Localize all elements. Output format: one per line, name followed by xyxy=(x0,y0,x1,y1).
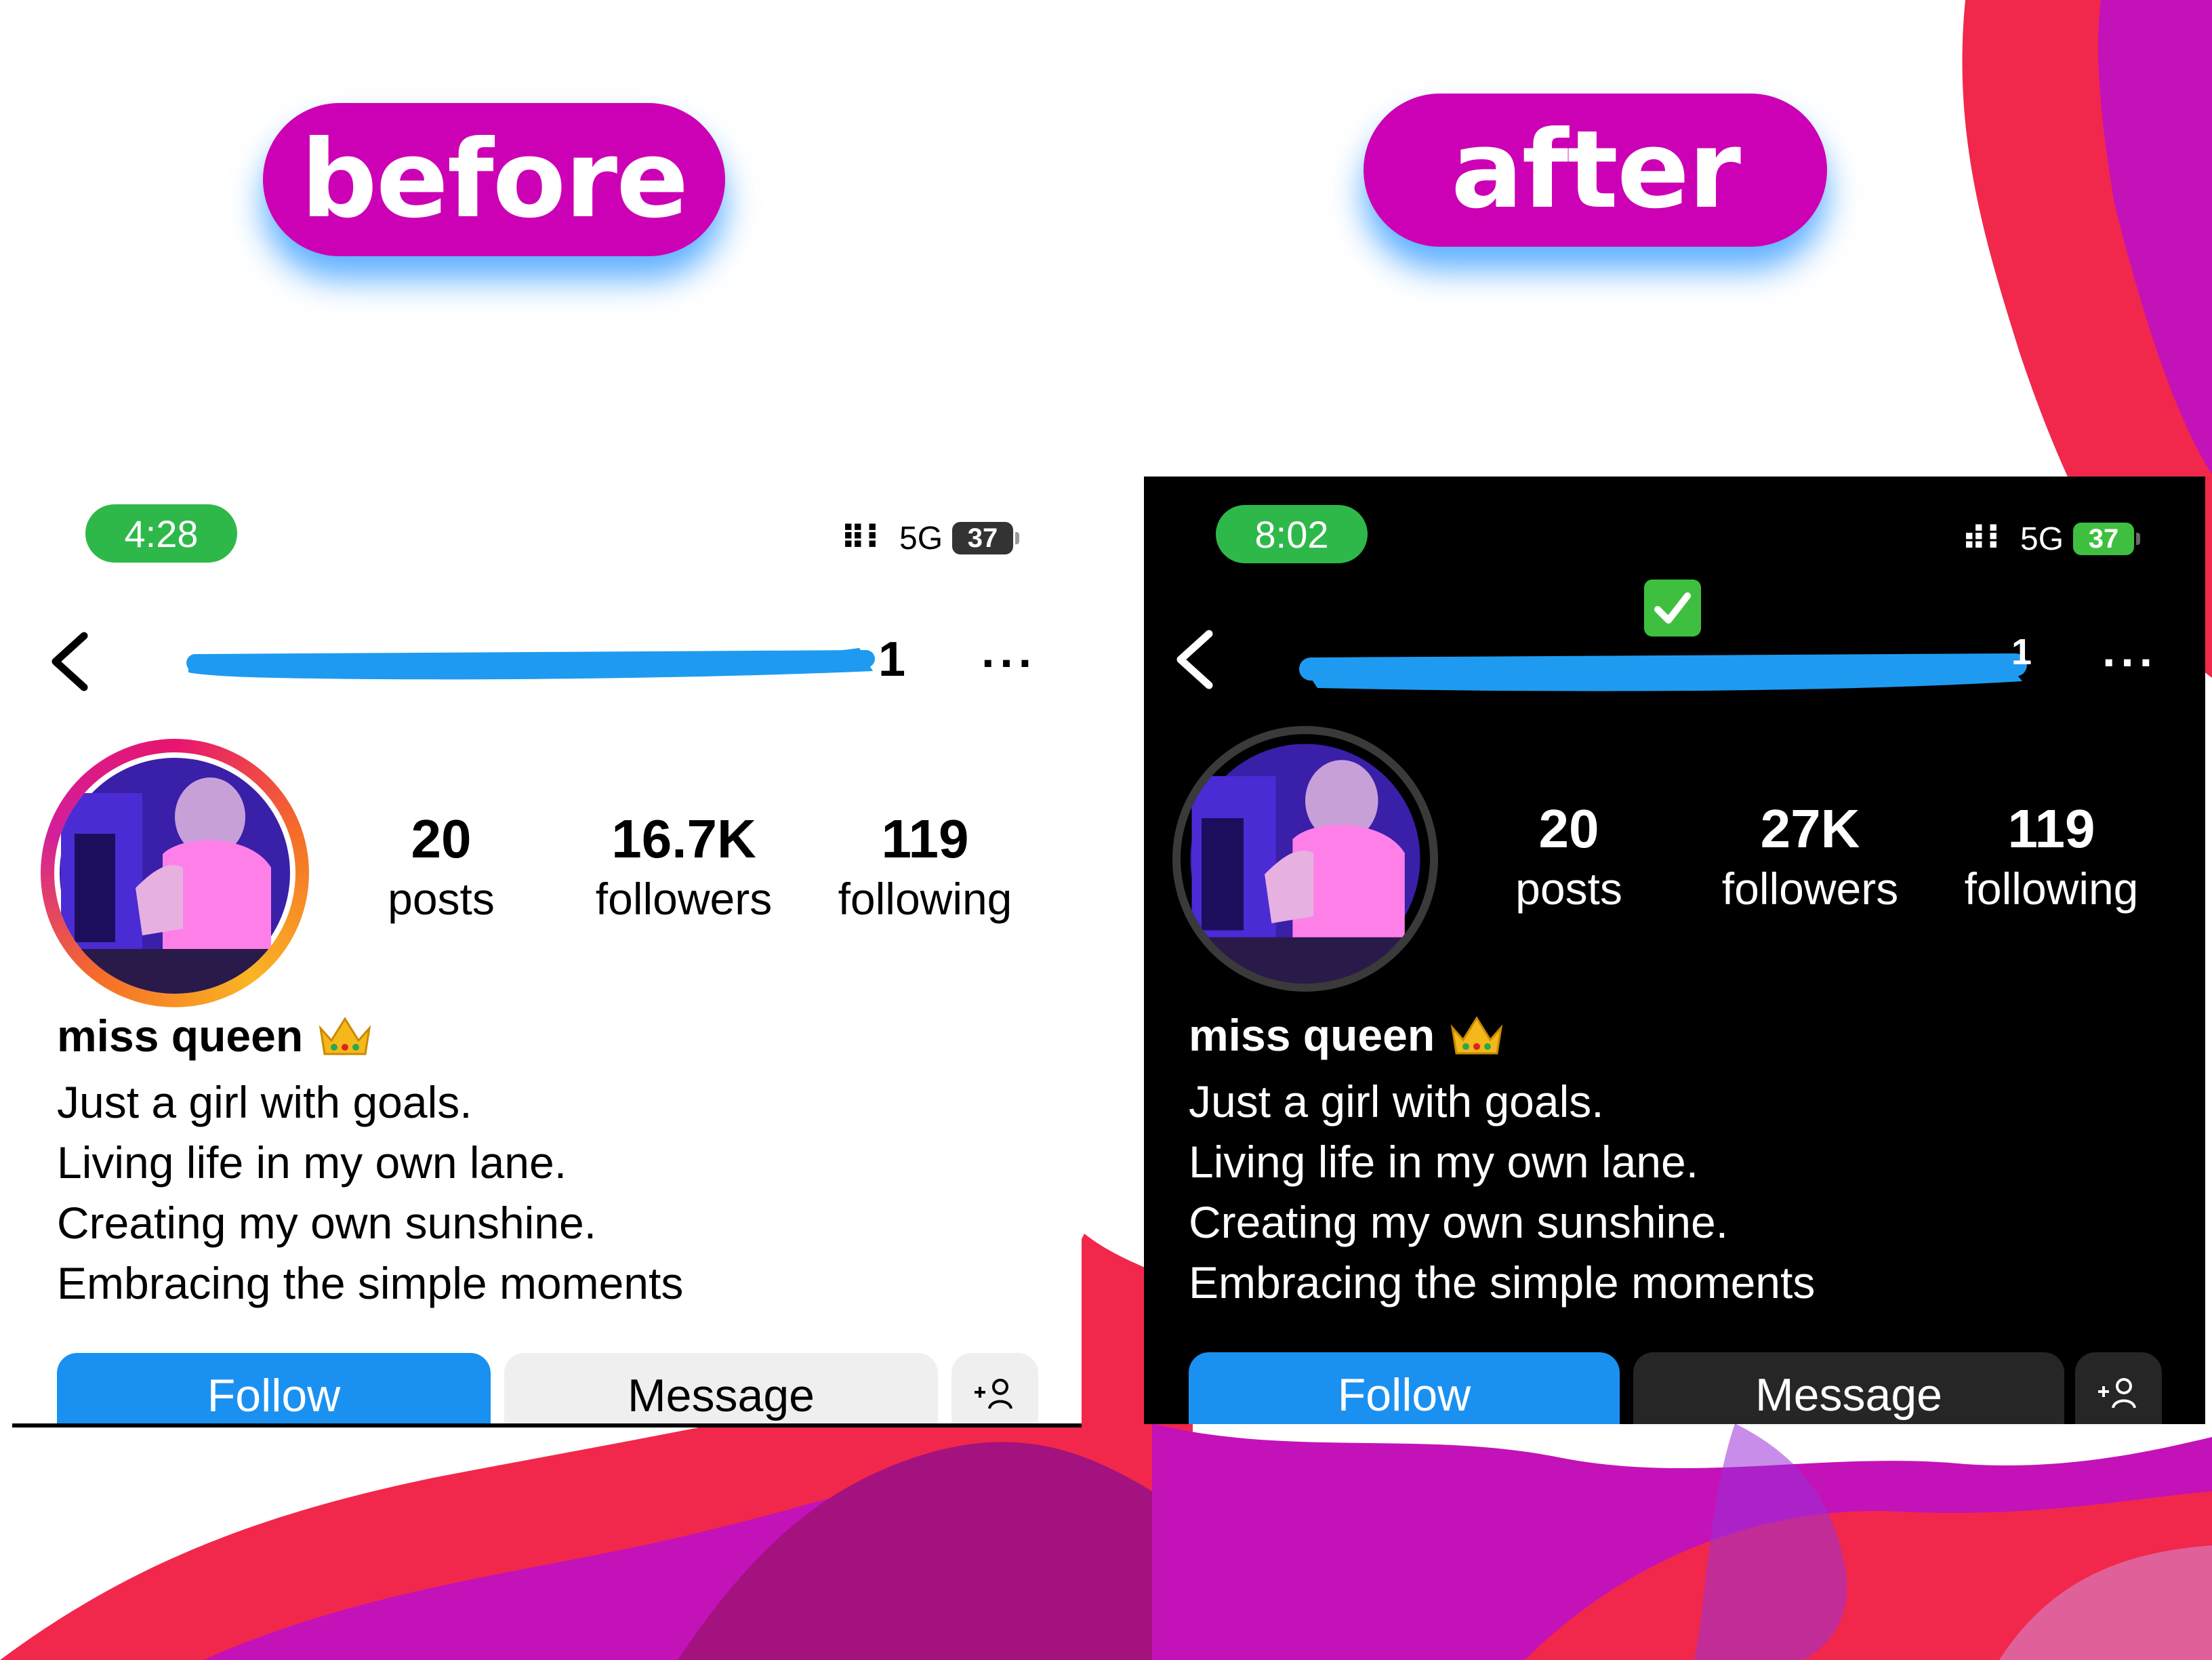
profile-name: miss queen xyxy=(1189,1009,1505,1061)
stat-following-label: following xyxy=(1964,864,2139,914)
stat-posts-value: 20 xyxy=(411,809,472,869)
network-label: 5G xyxy=(899,520,943,556)
bio-line: Living life in my own lane. xyxy=(57,1137,567,1188)
add-person-button[interactable] xyxy=(951,1353,1038,1423)
bio-line: Creating my own sunshine. xyxy=(1189,1197,1729,1247)
username-redacted xyxy=(186,648,875,680)
before-label: before xyxy=(263,103,725,256)
stat-following-label: following xyxy=(838,874,1012,924)
crown-icon xyxy=(319,1017,371,1055)
signal-icon: ⠿⠇ xyxy=(840,521,890,556)
stat-posts[interactable]: 20 posts xyxy=(1457,796,1681,916)
follow-button-label: Follow xyxy=(207,1370,341,1421)
profile-name: miss queen xyxy=(57,1010,373,1061)
follow-button[interactable]: Follow xyxy=(57,1353,491,1423)
add-person-icon xyxy=(975,1379,1012,1409)
status-time: 8:02 xyxy=(1216,505,1368,563)
crown-icon xyxy=(1450,1016,1503,1055)
before-profile-screenshot: 4:28 ⠿⠇ 5G 37 1 ··· 20 posts 16.7K follo… xyxy=(12,474,1082,1428)
profile-name-text: miss queen xyxy=(1189,1010,1435,1060)
stat-posts-label: posts xyxy=(1515,864,1622,914)
battery-level: 37 xyxy=(2088,523,2119,554)
bio-line: Just a girl with goals. xyxy=(1189,1076,1604,1127)
status-time: 4:28 xyxy=(85,504,237,563)
bio-line: Just a girl with goals. xyxy=(57,1077,472,1127)
bio-line: Creating my own sunshine. xyxy=(57,1198,597,1248)
add-person-icon xyxy=(2098,1378,2136,1409)
username-tail: 1 xyxy=(878,632,906,687)
status-time-text: 4:28 xyxy=(124,512,199,555)
battery-tip xyxy=(1015,532,1020,544)
stat-followers-value: 16.7K xyxy=(611,809,756,869)
signal-icon: ⠾⠇ xyxy=(1961,521,2011,557)
network-label: 5G xyxy=(2020,521,2064,557)
stat-posts-value: 20 xyxy=(1538,798,1599,859)
message-button-label: Message xyxy=(628,1370,815,1421)
stat-followers[interactable]: 16.7K followers xyxy=(572,807,796,926)
avatar-photo-icon xyxy=(54,758,295,994)
battery-icon: 37 xyxy=(952,522,1014,554)
status-indicators: ⠾⠇ 5G 37 xyxy=(1961,519,2141,559)
message-button[interactable]: Message xyxy=(504,1353,938,1423)
status-indicators: ⠿⠇ 5G 37 xyxy=(840,518,1020,559)
stat-followers-label: followers xyxy=(1721,864,1899,914)
stat-following[interactable]: 119 following xyxy=(1940,796,2163,916)
profile-bio: Just a girl with goals. Living life in m… xyxy=(1189,1072,1815,1313)
add-person-button[interactable] xyxy=(2075,1352,2162,1424)
stat-posts[interactable]: 20 posts xyxy=(329,807,553,926)
after-label: after xyxy=(1364,94,1827,247)
follow-button-label: Follow xyxy=(1337,1369,1471,1421)
avatar[interactable] xyxy=(1181,734,1430,984)
battery-tip xyxy=(2136,533,2141,545)
avatar-photo-icon xyxy=(1181,744,1430,984)
bio-line: Embracing the simple moments xyxy=(1189,1257,1816,1308)
stat-posts-label: posts xyxy=(388,874,495,924)
message-button-label: Message xyxy=(1755,1369,1942,1421)
message-button[interactable]: Message xyxy=(1633,1352,2064,1424)
before-label-text: before xyxy=(300,117,689,242)
after-label-text: after xyxy=(1451,108,1741,232)
bio-line: Living life in my own lane. xyxy=(1189,1137,1699,1187)
battery-level: 37 xyxy=(967,523,998,553)
stat-following-value: 119 xyxy=(2007,798,2095,859)
more-options-icon[interactable]: ··· xyxy=(2102,635,2158,689)
after-profile-screenshot: 8:02 ⠾⠇ 5G 37 1 ··· 20 posts 27K followe… xyxy=(1144,477,2205,1424)
status-time-text: 8:02 xyxy=(1254,512,1329,556)
stat-following-value: 119 xyxy=(881,809,969,869)
avatar[interactable] xyxy=(54,752,295,994)
stat-followers[interactable]: 27K followers xyxy=(1698,796,1922,916)
stat-followers-value: 27K xyxy=(1760,798,1860,859)
more-options-icon[interactable]: ··· xyxy=(981,636,1037,690)
back-arrow-icon[interactable] xyxy=(1164,619,1225,700)
username-tail: 1 xyxy=(2011,632,2032,672)
stat-followers-label: followers xyxy=(595,874,773,924)
profile-name-text: miss queen xyxy=(57,1011,304,1061)
follow-button[interactable]: Follow xyxy=(1189,1352,1620,1424)
back-arrow-icon[interactable] xyxy=(39,621,100,702)
bio-line: Embracing the simple moments xyxy=(57,1258,684,1308)
stat-following[interactable]: 119 following xyxy=(813,807,1037,926)
profile-bio: Just a girl with goals. Living life in m… xyxy=(57,1072,683,1314)
battery-icon: 37 xyxy=(2073,523,2135,555)
username-redacted xyxy=(1299,653,2027,691)
